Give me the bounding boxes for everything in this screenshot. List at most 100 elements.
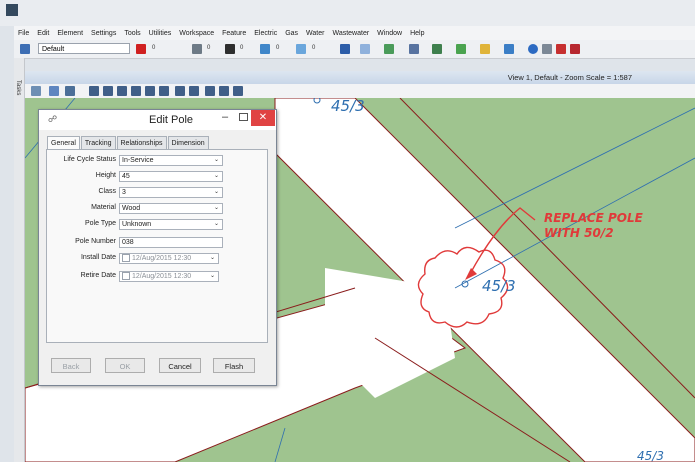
chevron-down-icon[interactable]: ⌄ (210, 272, 215, 281)
field-row-pole-type: Pole Type Unknown ⌄ (47, 219, 267, 230)
clip-volume-icon[interactable] (219, 86, 229, 96)
grid-icon[interactable] (556, 44, 566, 54)
flash-button[interactable]: Flash (213, 358, 255, 373)
next-view-icon[interactable] (189, 86, 199, 96)
menu-gas[interactable]: Gas (285, 30, 298, 37)
markup-text-line2: WITH 50/2 (544, 226, 614, 240)
chevron-down-icon[interactable]: ⌄ (214, 172, 219, 181)
height-select[interactable]: 45 ⌄ (119, 171, 223, 182)
line-weight-icon[interactable] (192, 44, 202, 54)
workspace-combo[interactable]: Default (38, 43, 130, 54)
tool-b-icon[interactable] (432, 44, 442, 54)
install-date-picker[interactable]: 12/Aug/2015 12:30 ⌄ (119, 253, 219, 264)
menu-element[interactable]: Element (57, 30, 83, 37)
menu-workspace[interactable]: Workspace (179, 30, 214, 37)
menu-wastewater[interactable]: Wastewater (332, 30, 369, 37)
title-bar (0, 0, 695, 26)
menu-edit[interactable]: Edit (37, 30, 49, 37)
class-select[interactable]: 3 ⌄ (119, 187, 223, 198)
pole-number-value: 038 (122, 239, 134, 246)
view-attributes-icon[interactable] (31, 86, 41, 96)
pole-number-input[interactable]: 038 (119, 237, 223, 248)
life-cycle-status-label: Life Cycle Status (63, 156, 116, 163)
previous-view-icon[interactable] (175, 86, 185, 96)
window-area-icon[interactable] (117, 86, 127, 96)
maximize-icon[interactable] (239, 113, 248, 121)
view-display-icon[interactable] (49, 86, 59, 96)
field-row-height: Height 45 ⌄ (47, 171, 267, 182)
chevron-down-icon[interactable]: ⌄ (214, 204, 219, 213)
chevron-down-icon[interactable]: ⌄ (214, 220, 219, 229)
app-icon (6, 4, 18, 16)
dialog-tabs: General Tracking Relationships Dimension (47, 136, 210, 151)
tool-d-icon[interactable] (480, 44, 490, 54)
color-value: 0 (152, 45, 156, 51)
document-icon[interactable] (360, 44, 370, 54)
chevron-down-icon[interactable]: ⌄ (210, 254, 215, 263)
tool-a-icon[interactable] (409, 44, 419, 54)
workspace-icon[interactable] (20, 44, 30, 54)
zoom-out-icon[interactable] (103, 86, 113, 96)
tool-strip: Tasks (14, 58, 25, 462)
life-cycle-status-select[interactable]: In-Service ⌄ (119, 155, 223, 166)
pin-icon[interactable]: ☍ (48, 114, 57, 125)
life-cycle-status-value: In-Service (122, 157, 154, 164)
material-select[interactable]: Wood ⌄ (119, 203, 223, 214)
info-icon[interactable] (528, 44, 538, 54)
pole-label-center: 45/3 (482, 277, 516, 295)
level-icon[interactable] (260, 44, 270, 54)
minimize-icon[interactable]: – (222, 111, 228, 123)
fit-view-icon[interactable] (131, 86, 141, 96)
edit-icon[interactable] (542, 44, 552, 54)
view-lighting-icon[interactable] (65, 86, 75, 96)
retire-date-label: Retire Date (80, 272, 116, 279)
color-swatch-icon[interactable] (136, 44, 146, 54)
chevron-down-icon[interactable]: ⌄ (214, 188, 219, 197)
menu-feature[interactable]: Feature (222, 30, 246, 37)
menu-settings[interactable]: Settings (91, 30, 116, 37)
view-icon[interactable] (340, 44, 350, 54)
extra-value: 0 (312, 45, 316, 51)
menu-electric[interactable]: Electric (254, 30, 277, 37)
tab-dimension[interactable]: Dimension (167, 136, 209, 150)
line-style-icon[interactable] (225, 44, 235, 54)
retire-date-checkbox[interactable] (122, 272, 130, 281)
markup-text-line1: REPLACE POLE (544, 211, 644, 225)
retire-date-picker[interactable]: 12/Aug/2015 12:30 ⌄ (119, 271, 219, 282)
copy-view-icon[interactable] (205, 86, 215, 96)
menu-file[interactable]: File (18, 30, 29, 37)
menu-window[interactable]: Window (377, 30, 402, 37)
menu-water[interactable]: Water (306, 30, 324, 37)
level-value: 0 (276, 45, 280, 51)
menu-tools[interactable]: Tools (124, 30, 140, 37)
tab-tracking[interactable]: Tracking (80, 136, 116, 150)
install-date-checkbox[interactable] (122, 254, 130, 263)
cancel-button[interactable]: Cancel (159, 358, 201, 373)
chevron-down-icon[interactable]: ⌄ (214, 156, 219, 165)
tool-e-icon[interactable] (504, 44, 514, 54)
transparency-icon[interactable] (296, 44, 306, 54)
back-button[interactable]: Back (51, 358, 91, 373)
delete-icon[interactable] (570, 44, 580, 54)
view-extra-icon[interactable] (233, 86, 243, 96)
pole-type-select[interactable]: Unknown ⌄ (119, 219, 223, 230)
menu-utilities[interactable]: Utilities (149, 30, 172, 37)
pan-view-icon[interactable] (159, 86, 169, 96)
rotate-view-icon[interactable] (145, 86, 155, 96)
pole-type-value: Unknown (122, 221, 152, 228)
pole-label-corner: 45/3 (637, 449, 664, 462)
dialog-title-bar[interactable]: ☍ Edit Pole – ✕ (39, 110, 276, 130)
tasks-label[interactable]: Tasks (15, 80, 21, 95)
pole-number-label: Pole Number (75, 238, 116, 245)
menu-help[interactable]: Help (410, 30, 424, 37)
close-icon[interactable]: ✕ (251, 110, 275, 126)
class-label: Class (98, 188, 116, 195)
image-icon[interactable] (384, 44, 394, 54)
height-value: 45 (122, 173, 130, 180)
zoom-in-icon[interactable] (89, 86, 99, 96)
ok-button[interactable]: OK (105, 358, 145, 373)
height-label: Height (95, 172, 116, 179)
tool-c-icon[interactable] (456, 44, 466, 54)
tab-relationships[interactable]: Relationships (116, 136, 167, 150)
dialog-title: Edit Pole (149, 114, 194, 126)
